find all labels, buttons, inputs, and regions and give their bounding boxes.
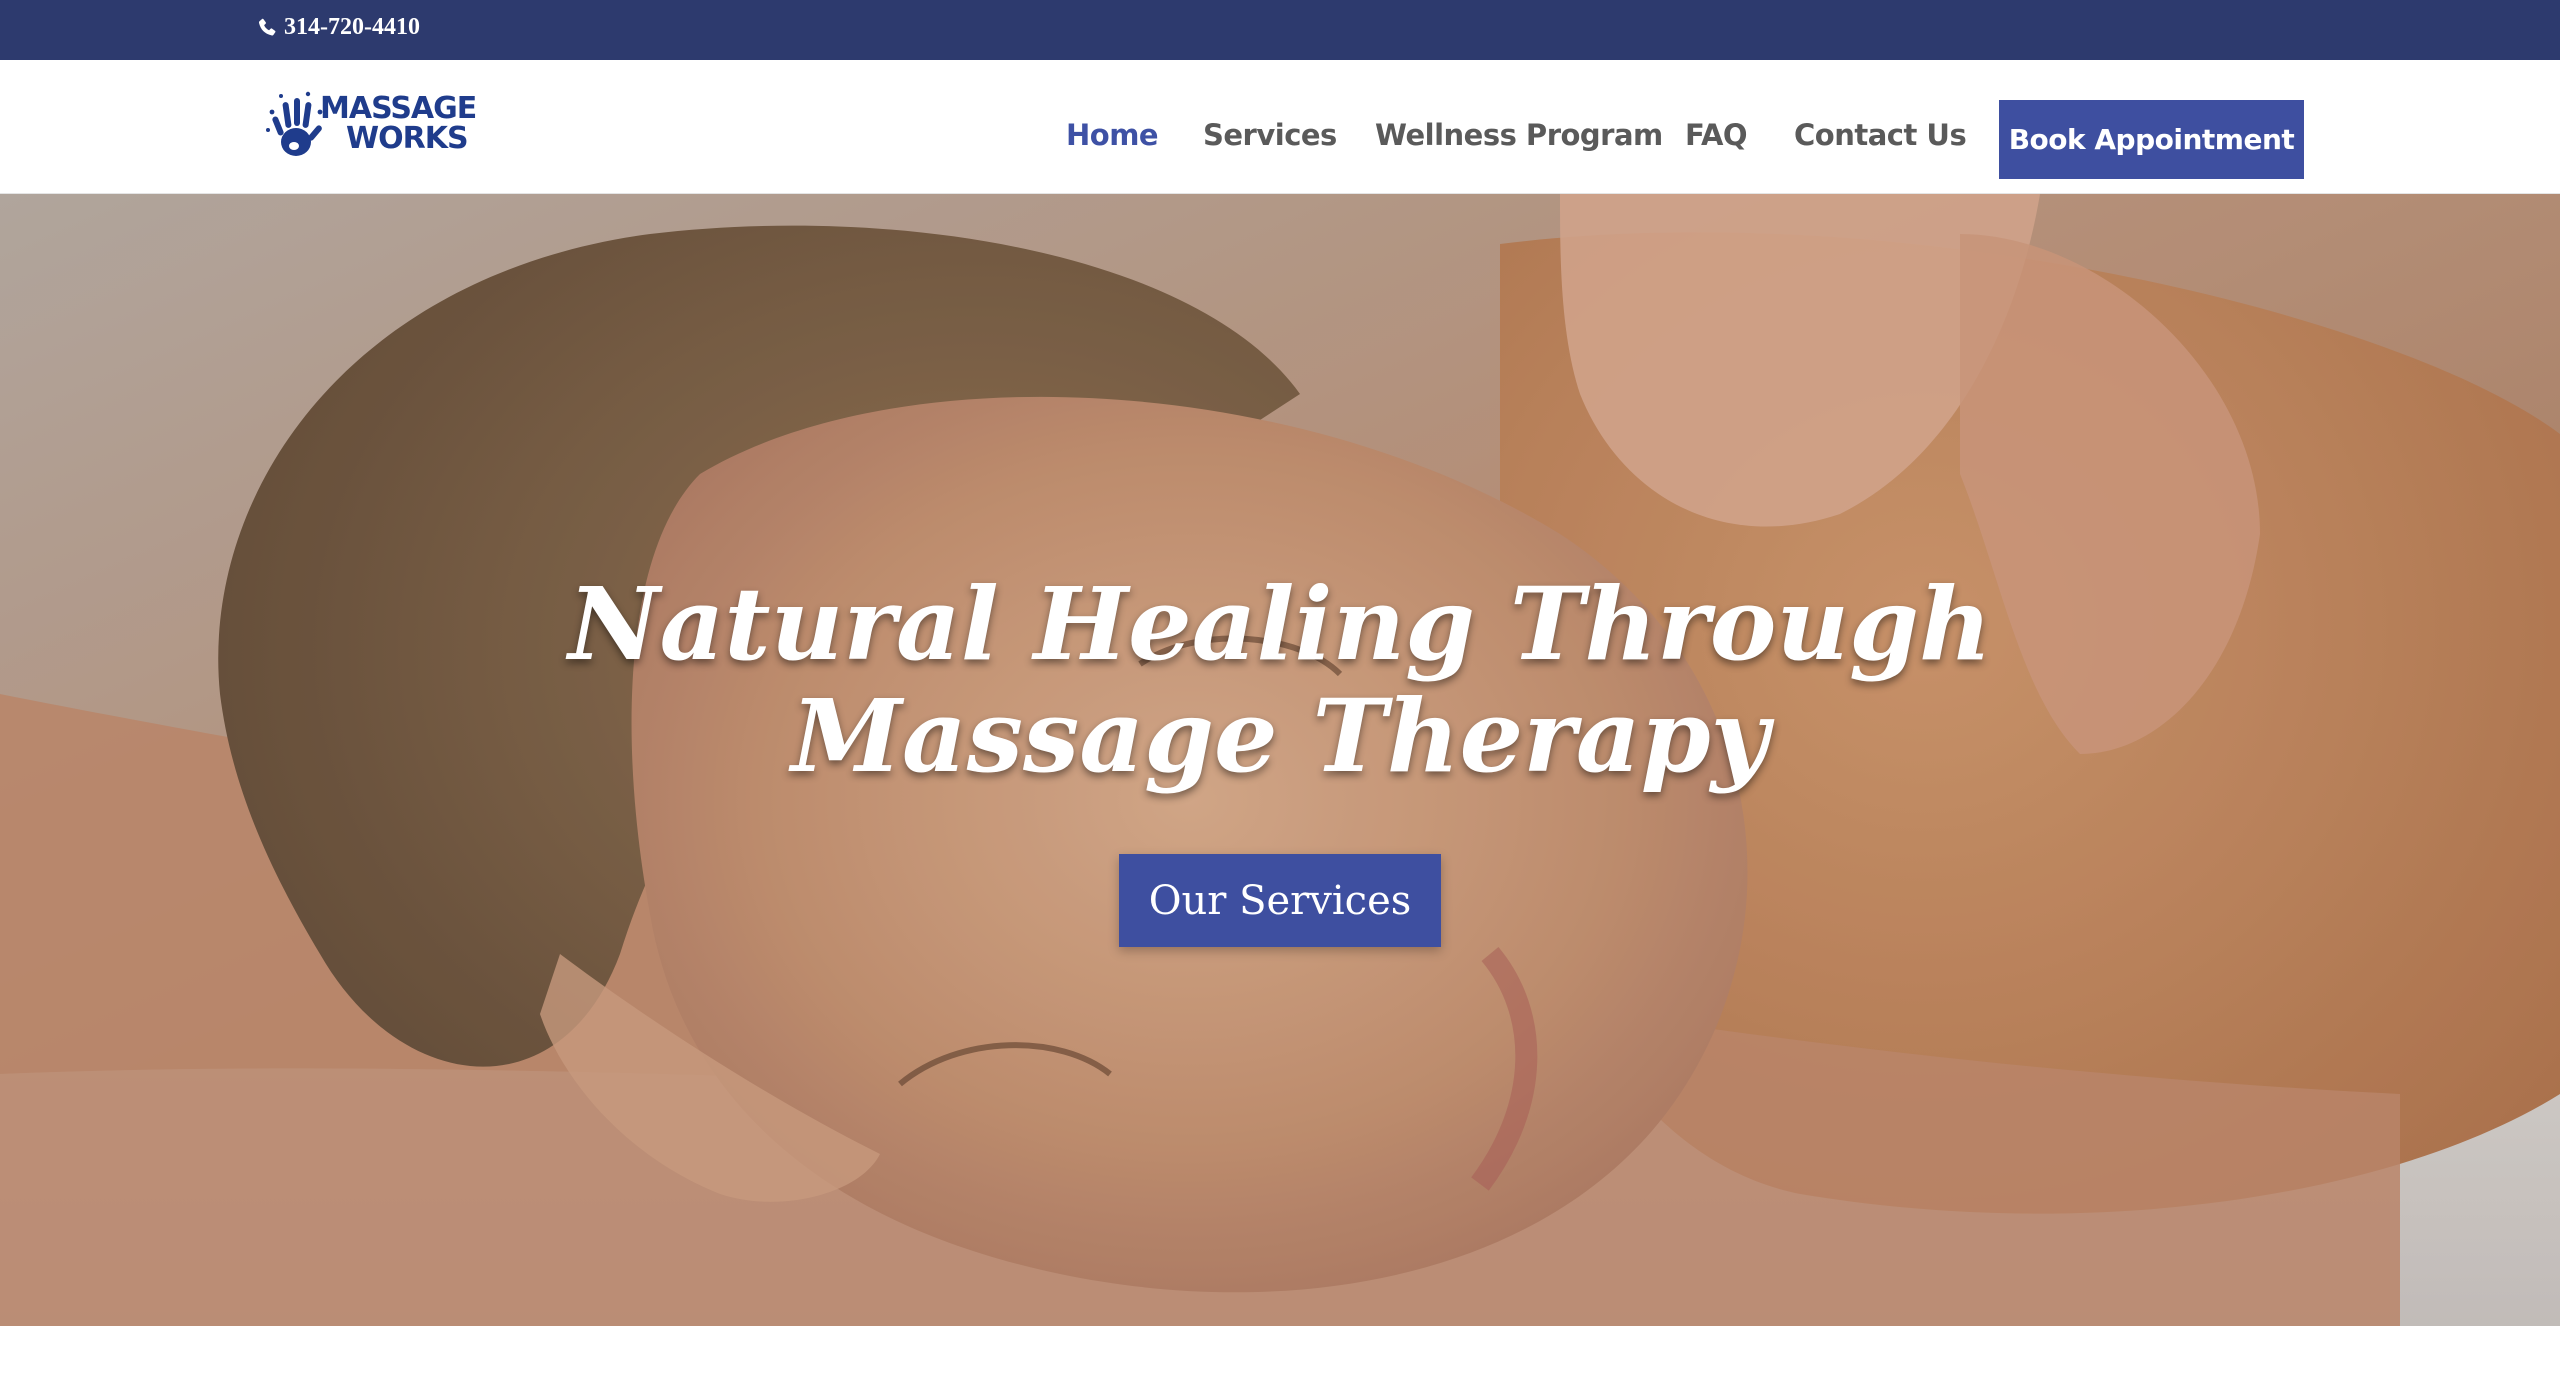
site-logo[interactable]: MASSAGE WORKS — [262, 88, 477, 168]
logo-line-1: MASSAGE — [320, 91, 477, 126]
book-appointment-button[interactable]: Book Appointment — [1999, 100, 2304, 179]
nav-home[interactable]: Home — [1066, 118, 1159, 152]
nav-wellness-program[interactable]: Wellness Program — [1375, 118, 1663, 152]
content-start — [0, 1326, 2560, 1374]
logo-line-2: WORKS — [346, 121, 469, 156]
hand-print-icon — [266, 91, 323, 156]
phone-number: 314-720-4410 — [284, 14, 420, 40]
site-header: MASSAGE WORKS Home Services Wellness Pro… — [0, 60, 2560, 194]
top-bar: 314-720-4410 — [0, 0, 2560, 60]
phone-icon — [258, 18, 276, 35]
our-services-button[interactable]: Our Services — [1119, 854, 1441, 947]
phone-link[interactable]: 314-720-4410 — [256, 14, 420, 41]
page: 314-720-4410 MASSAGE WORKS Home Services… — [0, 0, 2560, 1374]
nav-faq[interactable]: FAQ — [1685, 118, 1748, 152]
hero-title: Natural Healing Through Massage Therapy — [568, 565, 1992, 795]
logo-text: MASSAGE WORKS — [320, 91, 477, 156]
nav-contact-us[interactable]: Contact Us — [1794, 118, 1967, 152]
nav-services[interactable]: Services — [1203, 118, 1337, 152]
hero-section: Natural Healing Through Massage Therapy … — [0, 194, 2560, 1326]
